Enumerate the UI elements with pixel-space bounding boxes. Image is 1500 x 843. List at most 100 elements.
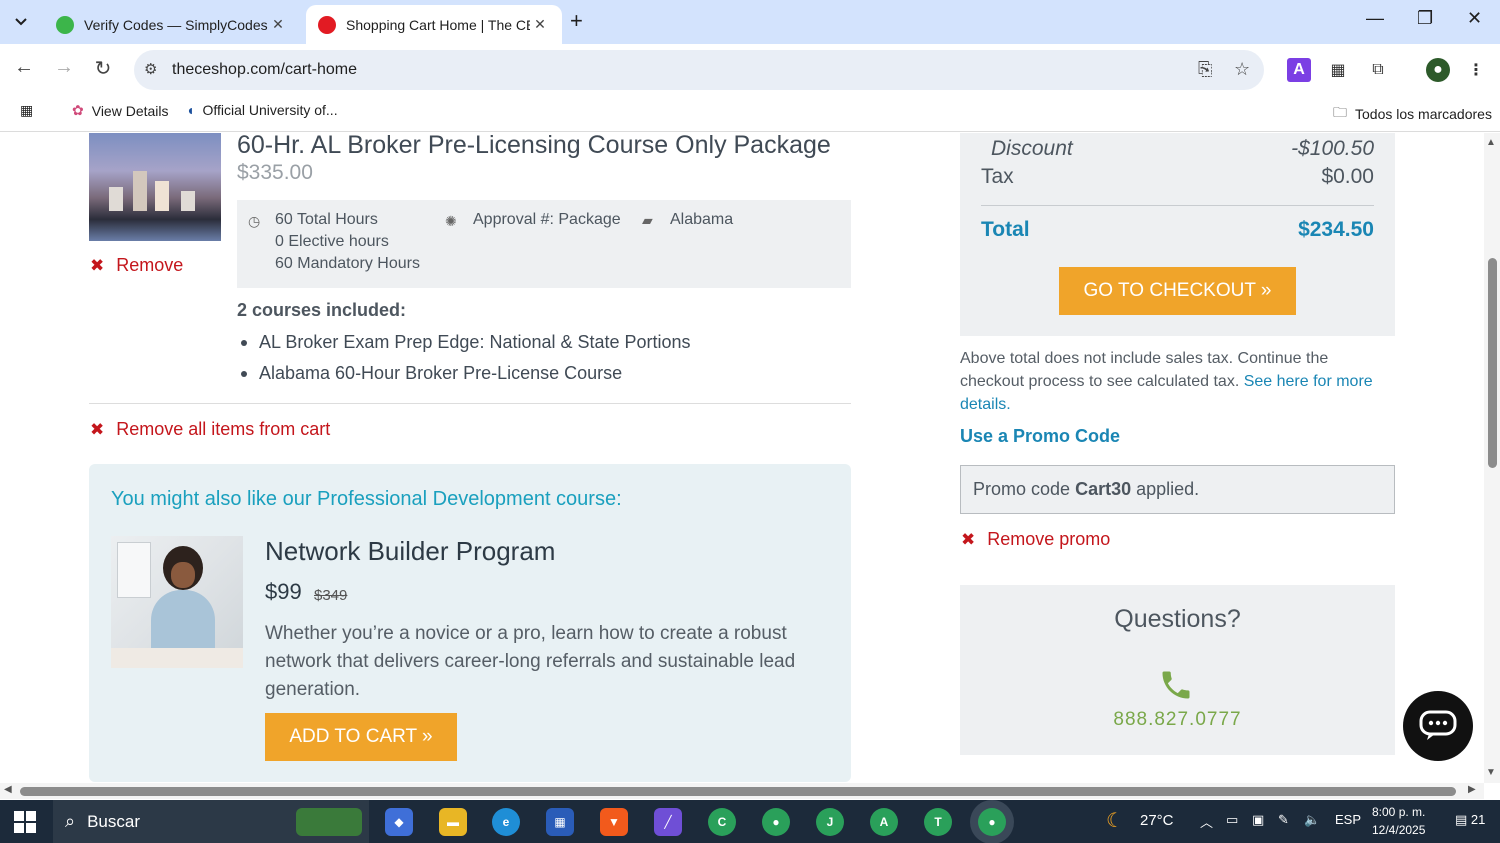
chat-bubble-icon [1419,710,1457,740]
chrome-active-icon[interactable]: ● [978,808,1006,836]
promo-code-heading[interactable]: Use a Promo Code [960,426,1120,447]
chrome-profile-a-icon[interactable]: A [870,808,898,836]
promo-code-status: Promo code Cart30 applied. [960,465,1395,514]
volume-icon[interactable]: 🔈 [1304,812,1320,828]
discount-value: -$100.50 [1291,137,1374,160]
back-icon[interactable]: ← [10,56,38,79]
close-window-icon[interactable]: ✕ [1467,8,1482,29]
reload-icon[interactable]: ↻ [89,56,117,81]
menu-kebab-icon[interactable]: ⋮ [1464,58,1488,82]
phone-icon [1162,671,1190,699]
clock[interactable]: 8:00 p. m. 12/4/2025 [1372,803,1425,839]
upsell-title[interactable]: Network Builder Program [265,536,555,567]
brave-icon[interactable]: ▼ [600,808,628,836]
restore-icon[interactable]: ❐ [1417,8,1433,29]
translate-icon[interactable]: ⎘ [1198,59,1212,80]
scroll-down-icon[interactable]: ▼ [1486,767,1496,778]
list-item: AL Broker Exam Prep Edge: National & Sta… [241,332,691,353]
elective-hours: 0 Elective hours [275,233,389,250]
total-hours: 60 Total Hours [275,211,378,228]
profile-avatar[interactable]: ● [1426,58,1450,82]
promo-suffix: applied. [1136,479,1200,499]
forward-icon[interactable]: → [50,56,78,79]
copilot-icon[interactable]: ◆ [385,808,413,836]
extension-a-icon[interactable]: A [1287,58,1311,82]
scroll-up-icon[interactable]: ▲ [1486,137,1496,148]
pen-icon[interactable]: ✎ [1278,812,1289,828]
product-title[interactable]: 60-Hr. AL Broker Pre-Licensing Course On… [237,133,831,160]
folder-icon: 🗀 [1333,104,1347,120]
chrome-profile-t-icon[interactable]: T [924,808,952,836]
remove-item-link[interactable]: ✖ Remove [90,255,183,276]
clock-date: 12/4/2025 [1372,823,1426,837]
tray-chevron-icon[interactable]: ︿ [1200,812,1213,831]
remove-label: Remove [116,255,184,275]
total-value: $234.50 [1298,218,1374,241]
bookmark-star-icon[interactable]: ☆ [1234,59,1250,80]
add-to-cart-button[interactable]: ADD TO CART » [265,713,457,761]
tab-search-menu[interactable] [4,6,38,38]
chrome-profile-j-icon[interactable]: J [816,808,844,836]
upsell-description: Whether you’re a novice or a pro, learn … [265,623,796,700]
start-windows-icon[interactable] [14,811,36,833]
list-item: Alabama 60-Hour Broker Pre-License Cours… [241,363,622,384]
remove-all-link[interactable]: ✖ Remove all items from cart [90,419,330,440]
extension-grid-icon[interactable]: ▦ [1326,58,1350,82]
browser-toolbar: ← → ↻ ⚙ theceshop.com/cart-home ⎘ ☆ A ▦ … [0,44,1500,96]
bookmark-official-university[interactable]: ◖ Official University of... [186,102,338,118]
search-highlight-icon[interactable] [296,808,362,836]
upsell-price: $99 [265,579,302,604]
vertical-scrollbar[interactable]: ▲ ▼ [1484,133,1500,783]
close-x-icon: ✖ [90,419,105,439]
tax-note: Above total does not include sales tax. … [960,347,1390,416]
phone-number[interactable]: 888.827.0777 [960,709,1395,731]
horizontal-scrollbar[interactable]: ◀ ▶ [0,783,1484,799]
store-icon[interactable]: ▦ [546,808,574,836]
tray-device-icon[interactable]: ▭ [1226,812,1238,828]
scroll-thumb[interactable] [20,787,1456,796]
feather-app-icon[interactable]: ╱ [654,808,682,836]
scroll-right-icon[interactable]: ▶ [1468,784,1476,795]
upsell-image [111,536,243,668]
apps-grid-icon[interactable]: ▦ [20,102,33,119]
close-x-icon: ✖ [90,255,105,275]
course-info-box: ◷ 60 Total Hours 0 Elective hours 60 Man… [237,200,851,288]
url-text[interactable]: theceshop.com/cart-home [172,61,357,79]
remove-promo-link[interactable]: ✖ Remove promo [961,529,1110,550]
tab-title: Shopping Cart Home | The CE S [346,16,530,33]
site-info-icon[interactable]: ⚙ [144,60,157,78]
bookmark-favicon-icon: ◖ [186,102,195,118]
state-name: Alabama [670,211,734,228]
upsell-old-price: $349 [314,587,348,604]
scroll-left-icon[interactable]: ◀ [4,784,12,795]
weather-temp[interactable]: 27°C [1140,812,1174,829]
search-placeholder: Buscar [87,811,141,831]
language-indicator[interactable]: ESP [1335,812,1361,827]
tab-simplycodes[interactable]: Verify Codes — SimplyCodes ✕ [44,5,300,44]
scroll-thumb[interactable] [1488,258,1497,468]
extensions-puzzle-icon[interactable]: ⧉ [1366,58,1390,82]
mandatory-hours: 60 Mandatory Hours [275,255,420,272]
chat-button[interactable] [1403,691,1473,761]
questions-box: Questions? 888.827.0777 [960,585,1395,755]
close-tab-icon[interactable]: ✕ [268,16,288,33]
minimize-icon[interactable]: — [1366,8,1384,29]
file-explorer-icon[interactable]: ▬ [439,808,467,836]
close-tab-icon[interactable]: ✕ [530,16,550,33]
network-icon[interactable]: ▣ [1252,812,1264,828]
questions-heading: Questions? [1114,605,1241,633]
summary-divider [981,205,1374,206]
close-x-icon: ✖ [961,529,976,549]
notification-icon[interactable]: ▤ 21 [1455,812,1485,828]
chrome-profile-photo-icon[interactable]: ● [762,808,790,836]
address-bar[interactable]: ⚙ theceshop.com/cart-home ⎘ ☆ [134,50,1264,90]
search-icon: ⌕ [65,811,76,831]
edge-icon[interactable]: e [492,808,520,836]
tab-shopping-cart[interactable]: Shopping Cart Home | The CE S ✕ [306,5,562,44]
bookmark-view-details[interactable]: ✿ View Details [72,102,169,119]
weather-moon-icon[interactable]: ☾ [1106,808,1124,833]
chrome-profile-c-icon[interactable]: C [708,808,736,836]
all-bookmarks-folder[interactable]: 🗀 Todos los marcadores [1333,102,1492,126]
checkout-button[interactable]: GO TO CHECKOUT » [1059,267,1296,315]
new-tab-icon[interactable]: + [570,8,583,34]
